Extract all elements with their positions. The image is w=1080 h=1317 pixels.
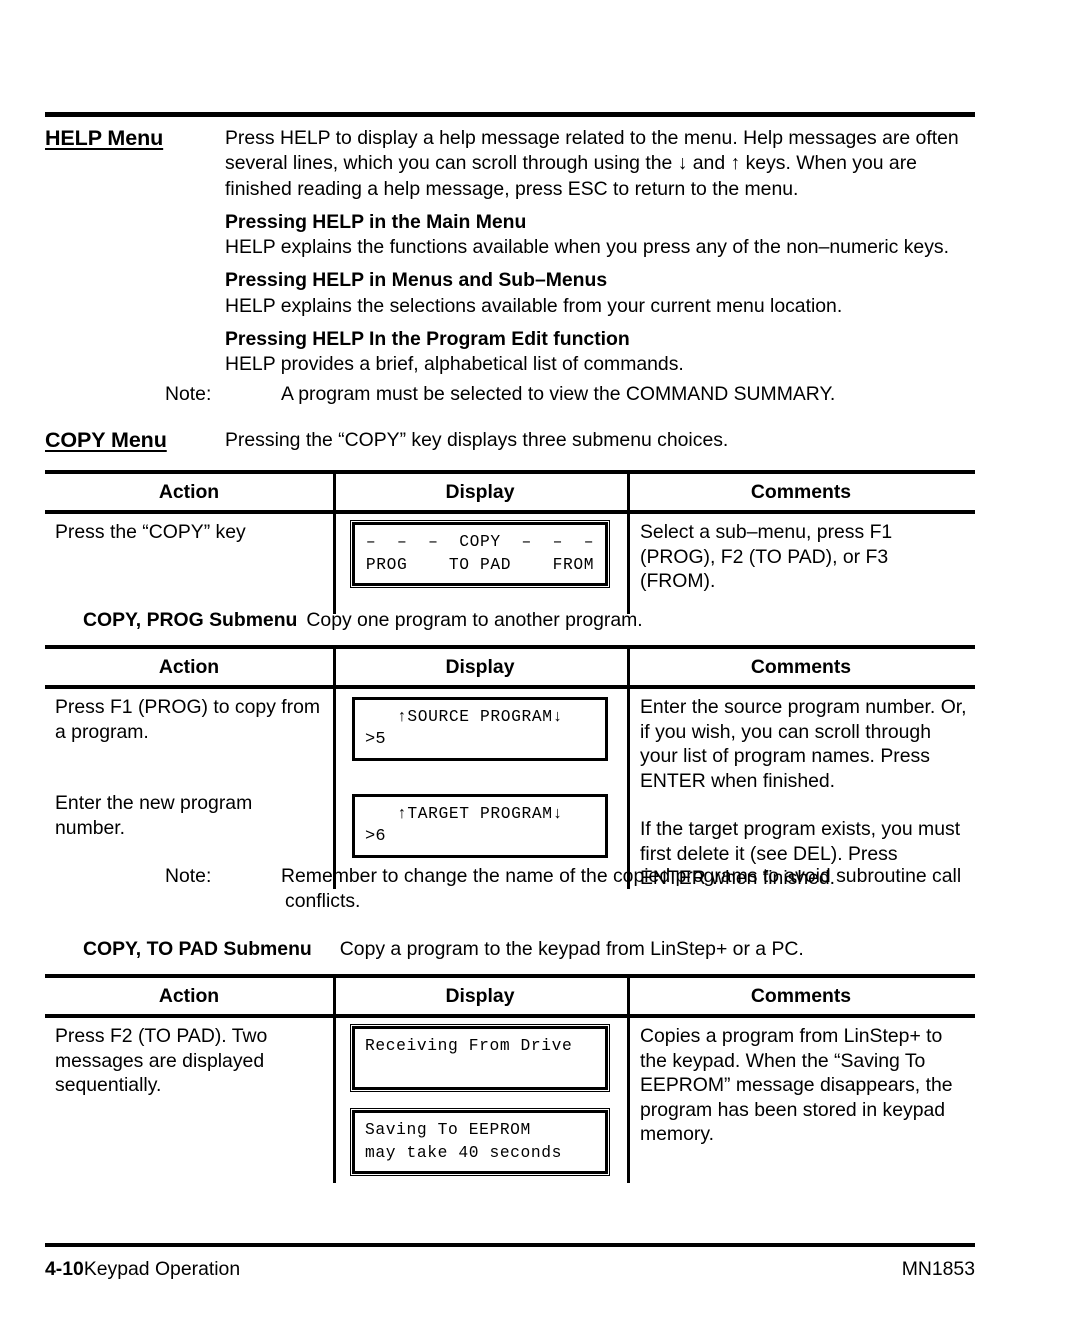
table-header-row: Action Display Comments	[45, 649, 975, 685]
column-divider	[333, 978, 336, 1183]
submenu-topad-caption: COPY, TO PAD Submenu Copy a program to th…	[83, 937, 804, 961]
copy-menu-heading: COPY Menu	[45, 428, 167, 452]
header-rule	[45, 112, 975, 117]
column-divider	[627, 649, 630, 889]
column-header-display: Display	[445, 985, 515, 1007]
document-page: HELP Menu Press HELP to display a help m…	[0, 0, 1080, 1317]
column-header-action: Action	[158, 656, 220, 678]
footer-rule	[45, 1243, 975, 1247]
table-row: Enter the source program number. Or, if …	[640, 695, 967, 817]
column-divider	[333, 474, 336, 614]
table-body: Press F1 (PROG) to copy from a program. …	[45, 649, 975, 889]
cell-action-2: Enter the new program number.	[55, 792, 253, 839]
copy-menu-section: COPY Menu Pressing the “COPY” key displa…	[45, 428, 975, 453]
column-divider	[627, 978, 630, 1183]
cell-comments: Copies a program from LinStep+ to the ke…	[640, 1025, 953, 1145]
note-subroutine-text: Note: Remember to change the name of the …	[165, 864, 980, 915]
help-program-edit-body: HELP provides a brief, alphabetical list…	[225, 353, 684, 376]
help-menu-body: Press HELP to display a help message rel…	[225, 126, 975, 378]
submenu-prog-title: COPY, PROG Submenu	[83, 609, 298, 631]
submenu-prog-description: Copy one program to another program.	[306, 609, 643, 631]
help-menu-section: HELP Menu Press HELP to display a help m…	[45, 126, 975, 378]
note-label: Note:	[165, 865, 212, 887]
lcd-line-2: >6	[365, 827, 386, 846]
help-program-edit-subheading: Pressing HELP In the Program Edit functi…	[225, 328, 630, 351]
lcd-display-saving-to-eeprom: Saving To EEPROM may take 40 seconds	[350, 1108, 610, 1176]
lcd-line-2: >5	[365, 730, 386, 749]
cell-action: Press F2 (TO PAD). Two messages are disp…	[55, 1025, 268, 1096]
lcd-line-2: PROG TO PAD FROM	[365, 555, 595, 574]
note-command-summary-body: A program must be selected to view the C…	[281, 383, 836, 405]
cell-action-1: Press F1 (PROG) to copy from a program.	[55, 696, 321, 743]
help-main-menu-subheading: Pressing HELP in the Main Menu	[225, 210, 527, 233]
cell-action-column: Press F1 (PROG) to copy from a program. …	[45, 689, 333, 889]
column-divider	[333, 649, 336, 889]
note-subroutine-body: Remember to change the name of the copie…	[281, 865, 962, 913]
lcd-display-source-program: ↑SOURCE PROGRAM↓ >5	[352, 697, 608, 761]
copy-menu-body: Pressing the “COPY” key displays three s…	[225, 428, 975, 453]
submenu-topad-title: COPY, TO PAD Submenu	[83, 938, 312, 960]
lcd-line-1: Receiving From Drive	[365, 1036, 573, 1055]
footer-doc-number: MN1853	[901, 1258, 975, 1280]
lcd-display-receiving-from-drive: Receiving From Drive	[350, 1024, 610, 1092]
help-menu-heading: HELP Menu	[45, 126, 164, 150]
note-command-summary-text: Note: A program must be selected to view …	[165, 382, 980, 407]
table-row: Enter the new program number.	[55, 791, 323, 840]
help-submenus-body: HELP explains the selections available f…	[225, 294, 843, 317]
column-header-display: Display	[445, 656, 515, 678]
footer-section-title: Keypad Operation	[83, 1258, 241, 1280]
table-header-row: Action Display Comments	[45, 474, 975, 510]
table-header-row: Action Display Comments	[45, 978, 975, 1014]
column-header-action: Action	[158, 985, 220, 1007]
cell-display: Receiving From Drive Saving To EEPROM ma…	[333, 1018, 627, 1176]
submenu-prog-caption: COPY, PROG Submenu Copy one program to an…	[83, 608, 643, 632]
table-copy-topad: Action Display Comments Press F2 (TO PAD…	[45, 974, 975, 1183]
lcd-line-1: ↑TARGET PROGRAM↓	[397, 804, 563, 823]
submenu-topad-description: Copy a program to the keypad from LinSte…	[339, 938, 804, 960]
note-command-summary: Note: A program must be selected to view …	[165, 382, 980, 407]
table-row: Press F2 (TO PAD). Two messages are disp…	[45, 978, 975, 1183]
column-header-comments: Comments	[750, 656, 852, 678]
cell-display-column: ↑SOURCE PROGRAM↓ >5 ↑TARGET PROGRAM↓ >6	[333, 689, 627, 889]
column-header-display: Display	[445, 481, 515, 503]
page-footer: 4-10Keypad Operation MN1853	[45, 1258, 975, 1281]
column-divider	[627, 474, 630, 614]
table-row: Press F1 (PROG) to copy from a program.	[55, 695, 323, 791]
footer-page-number: 4-10	[45, 1258, 84, 1280]
table-copy-menu: Action Display Comments Press the “COPY”…	[45, 470, 975, 614]
footer-left: 4-10Keypad Operation	[45, 1258, 240, 1281]
table-copy-prog: Action Display Comments Press F1 (PROG) …	[45, 645, 975, 889]
note-subroutine: Note: Remember to change the name of the …	[165, 864, 980, 915]
note-label: Note:	[165, 383, 212, 405]
lcd-display-copy-menu: – – – COPY – – – PROG TO PAD FROM	[350, 520, 610, 588]
copy-menu-intro: Pressing the “COPY” key displays three s…	[225, 429, 729, 451]
lcd-line-1: – – – COPY – – –	[365, 532, 595, 551]
lcd-line-1: ↑SOURCE PROGRAM↓	[397, 707, 563, 726]
column-header-comments: Comments	[750, 481, 852, 503]
lcd-line-2: may take 40 seconds	[365, 1143, 563, 1162]
help-submenus-subheading: Pressing HELP in Menus and Sub–Menus	[225, 269, 608, 292]
cell-action: Press the “COPY” key	[55, 521, 246, 543]
column-header-comments: Comments	[750, 985, 852, 1007]
help-intro-paragraph: Press HELP to display a help message rel…	[225, 127, 959, 200]
lcd-line-1: Saving To EEPROM	[365, 1120, 531, 1139]
cell-display: – – – COPY – – – PROG TO PAD FROM	[333, 514, 627, 614]
lcd-display-target-program: ↑TARGET PROGRAM↓ >6	[352, 794, 608, 858]
cell-comments-column: Enter the source program number. Or, if …	[627, 689, 975, 889]
help-main-menu-body: HELP explains the functions available wh…	[225, 236, 949, 259]
cell-comments-1: Enter the source program number. Or, if …	[640, 696, 967, 792]
cell-comments: Select a sub–menu, press F1 (PROG), F2 (…	[640, 521, 893, 592]
column-header-action: Action	[158, 481, 220, 503]
table-row: Press the “COPY” key – – – COPY – – – PR…	[45, 474, 975, 614]
